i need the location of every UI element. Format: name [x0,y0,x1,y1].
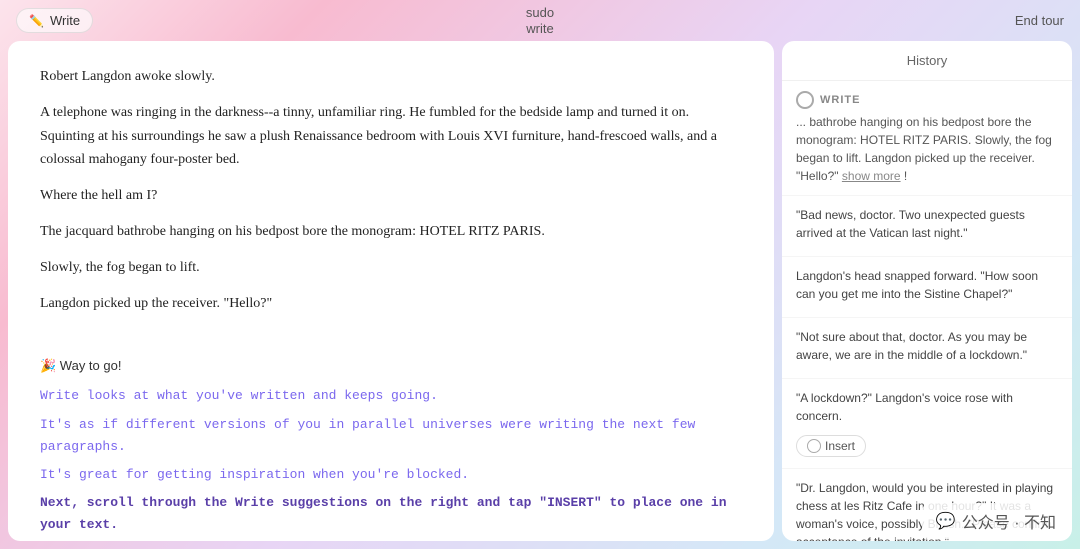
insert-icon-1 [807,439,821,453]
write-tag: WRITE [796,91,1058,109]
tip-line-3: It's great for getting inspiration when … [40,464,742,486]
main-content: Robert Langdon awoke slowly. A telephone… [0,41,1080,549]
sudo-write-logo: sudo write [526,5,554,36]
history-quote-item-3: "Not sure about that, doctor. As you may… [782,318,1072,379]
history-quote-item-2: Langdon's head snapped forward. "How soo… [782,257,1072,318]
paragraph-6: Langdon picked up the receiver. "Hello?" [40,292,742,316]
logo-line1: sudo [526,5,554,21]
quote-text-4: "A lockdown?" Langdon's voice rose with … [796,389,1058,425]
wechat-watermark: 💬 公众号 · 不知 [922,503,1070,539]
write-preview-text: ... bathrobe hanging on his bedpost bore… [796,113,1058,185]
history-header: History [782,41,1072,81]
write-tag-label: WRITE [820,94,860,106]
quote-text-1: "Bad news, doctor. Two unexpected guests… [796,206,1058,242]
tip-line-2: It's as if different versions of you in … [40,414,742,458]
paragraph-2: A telephone was ringing in the darkness-… [40,101,742,172]
end-tour-button[interactable]: End tour [1015,13,1064,28]
history-write-item: WRITE ... bathrobe hanging on his bedpos… [782,81,1072,196]
history-quote-item-1: "Bad news, doctor. Two unexpected guests… [782,196,1072,257]
history-quote-item-4: "A lockdown?" Langdon's voice rose with … [782,379,1072,469]
paragraph-3: Where the hell am I? [40,184,742,208]
wechat-text: 公众号 · 不知 [962,509,1056,533]
write-button-label: Write [50,13,80,28]
write-tag-icon [796,91,814,109]
paragraph-5: Slowly, the fog began to lift. [40,256,742,280]
paragraph-1: Robert Langdon awoke slowly. [40,65,742,89]
write-button[interactable]: ✏️ Write [16,8,93,33]
logo-line2: write [526,21,554,37]
wechat-icon: 💬 [936,511,956,531]
header: ✏️ Write sudo write End tour [0,0,1080,41]
tip-section: 🎉 Way to go! Write looks at what you've … [40,355,742,536]
text-content: Robert Langdon awoke slowly. A telephone… [40,65,742,315]
pencil-icon: ✏️ [29,14,44,28]
quote-text-3: "Not sure about that, doctor. As you may… [796,328,1058,364]
insert-label-1: Insert [825,439,855,453]
tip-line-4: Next, scroll through the Write suggestio… [40,492,742,536]
insert-button-1[interactable]: Insert [796,435,866,457]
text-editor-panel[interactable]: Robert Langdon awoke slowly. A telephone… [8,41,774,541]
tip-line-1: Write looks at what you've written and k… [40,385,742,407]
logo-area: ✏️ Write [16,8,93,33]
quote-text-2: Langdon's head snapped forward. "How soo… [796,267,1058,303]
history-panel: History WRITE ... bathrobe hanging on hi… [782,41,1072,541]
tip-header: 🎉 Way to go! [40,355,742,377]
paragraph-4: The jacquard bathrobe hanging on his bed… [40,220,742,244]
show-more-link[interactable]: show more [842,169,901,183]
